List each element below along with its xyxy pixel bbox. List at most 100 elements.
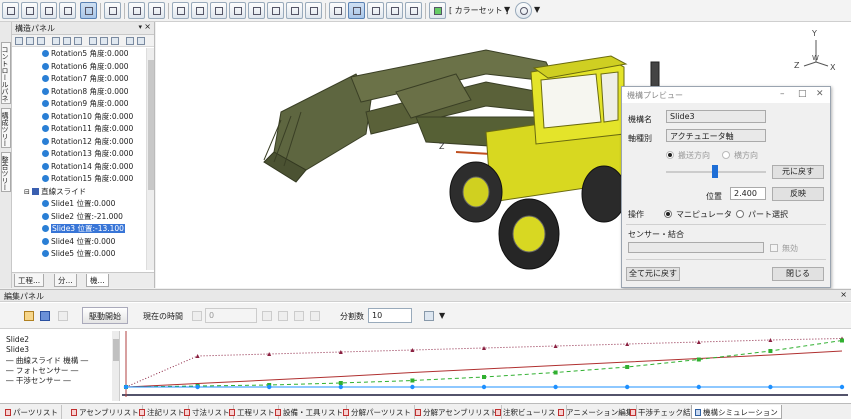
tab-disassembly-parts-list[interactable]: 分解パーツリスト	[340, 405, 415, 419]
view-button-3[interactable]	[40, 2, 57, 19]
tree-item[interactable]: Rotation5 角度:0.000	[42, 48, 129, 60]
view-button-1[interactable]	[2, 2, 19, 19]
shade-button[interactable]	[329, 2, 346, 19]
view-button-2[interactable]	[21, 2, 38, 19]
tab-disassembly-assembly-list[interactable]: 分解アセンブリリスト	[412, 405, 502, 419]
refresh-icon[interactable]	[58, 311, 68, 321]
tree-item[interactable]: Slide4 位置:0.000	[42, 236, 115, 248]
view-top-button[interactable]	[248, 2, 265, 19]
part-select-radio[interactable]	[736, 210, 744, 218]
position-slider-thumb[interactable]	[712, 165, 718, 178]
view-button-4[interactable]	[59, 2, 76, 19]
tree-item[interactable]: Rotation6 角度:0.000	[42, 61, 129, 73]
view-right-button[interactable]	[229, 2, 246, 19]
close-icon[interactable]: ✕	[816, 89, 824, 99]
view-left-button[interactable]	[210, 2, 227, 19]
rotate-tool-button[interactable]	[148, 2, 165, 19]
tree-tool-icon[interactable]	[89, 37, 97, 45]
cylinder-button[interactable]	[367, 2, 384, 19]
view-iso-button[interactable]	[267, 2, 284, 19]
view-back-button[interactable]	[191, 2, 208, 19]
maximize-icon[interactable]: □	[798, 89, 807, 99]
tab-disassembly[interactable]: 分...	[54, 274, 77, 287]
save-icon[interactable]	[40, 311, 50, 321]
tree-item[interactable]: Rotation11 角度:0.000	[42, 123, 133, 135]
view-fit-button[interactable]	[305, 2, 322, 19]
horizontal-radio[interactable]	[722, 151, 730, 159]
wire-button[interactable]	[348, 2, 365, 19]
tree-item[interactable]: Rotation8 角度:0.000	[42, 86, 129, 98]
first-frame-icon[interactable]	[192, 311, 202, 321]
tree-item[interactable]: Rotation9 角度:0.000	[42, 98, 129, 110]
tree-group-linear-slide[interactable]: ⊟ 直線スライド	[24, 186, 86, 198]
chevron-down-icon[interactable]: ▼	[534, 5, 540, 14]
tree-item[interactable]: Rotation12 角度:0.000	[42, 136, 133, 148]
tree-item[interactable]: Rotation15 角度:0.000	[42, 173, 133, 185]
series-label[interactable]: Slide2	[6, 335, 29, 344]
timeline-chart[interactable]	[122, 331, 848, 401]
prev-frame-icon[interactable]	[262, 311, 272, 321]
tree-item[interactable]: Slide1 位置:0.000	[42, 198, 115, 210]
tree-item-selected[interactable]: Slide3 位置:-13.100	[42, 223, 125, 235]
view-front-button[interactable]	[172, 2, 189, 19]
tab-structure-tree[interactable]: 構成ツリー	[1, 108, 11, 148]
tree-tool-icon[interactable]	[126, 37, 134, 45]
tab-mechanism-simulation[interactable]: 機構シミュレーション	[691, 405, 782, 419]
select-tool-button[interactable]	[128, 2, 145, 19]
tab-equipment-list[interactable]: 設備・工具リスト	[272, 405, 347, 419]
close-icon[interactable]: ×	[840, 290, 847, 299]
series-scrollbar[interactable]	[112, 331, 119, 401]
tree-tool-icon[interactable]	[52, 37, 60, 45]
tree-item[interactable]: Rotation10 角度:0.000	[42, 111, 133, 123]
tree-item[interactable]: Rotation7 角度:0.000	[42, 73, 129, 85]
tree-item[interactable]: Slide2 位置:-21.000	[42, 211, 123, 223]
tree-tool-icon[interactable]	[15, 37, 23, 45]
apply-button[interactable]: 反映	[772, 187, 824, 201]
close-icon[interactable]: ×	[144, 22, 151, 31]
edit-button[interactable]	[80, 2, 97, 19]
tree-item[interactable]: Rotation14 角度:0.000	[42, 161, 133, 173]
view-section-button[interactable]	[286, 2, 303, 19]
measure-button[interactable]	[405, 2, 422, 19]
tab-parts-list[interactable]: パーツリスト	[2, 405, 62, 419]
globe-button[interactable]	[515, 2, 532, 19]
tree-scrollbar[interactable]	[146, 48, 154, 270]
tree-tool-icon[interactable]	[111, 37, 119, 45]
reset-all-button[interactable]: 全て元に戻す	[626, 267, 680, 281]
tree-tool-icon[interactable]	[100, 37, 108, 45]
series-label[interactable]: Slide3	[6, 345, 29, 354]
chevron-down-icon[interactable]: ▼	[439, 311, 445, 320]
tree-tool-icon[interactable]	[37, 37, 45, 45]
close-button[interactable]: 閉じる	[772, 267, 824, 281]
drive-start-button[interactable]: 駆動開始	[82, 307, 128, 324]
dropdown-button[interactable]	[104, 2, 121, 19]
tree-item[interactable]: Slide5 位置:0.000	[42, 248, 115, 260]
conveyance-radio[interactable]	[666, 151, 674, 159]
manipulator-radio[interactable]	[664, 210, 672, 218]
color-set-dropdown[interactable]: [ カラーセット ]	[449, 5, 508, 16]
current-time-input[interactable]: 0	[205, 308, 257, 323]
tab-control-panel[interactable]: コントロールパネル	[1, 42, 11, 104]
tab-alignment-tree[interactable]: 整合ツリー	[1, 152, 11, 192]
next-frame-icon[interactable]	[294, 311, 304, 321]
play-icon[interactable]	[278, 311, 288, 321]
cylinder2-button[interactable]	[386, 2, 403, 19]
color-set-icon[interactable]	[429, 2, 446, 19]
chevron-down-icon[interactable]: ▼	[504, 5, 510, 14]
position-input[interactable]: 2.400	[730, 187, 766, 200]
pin-icon[interactable]: ▾	[138, 23, 142, 31]
tab-assembly-list[interactable]: アセンブリリスト	[68, 405, 143, 419]
invalid-checkbox[interactable]	[770, 244, 778, 252]
tree-tool-icon[interactable]	[63, 37, 71, 45]
graph-options-icon[interactable]	[424, 311, 434, 321]
tree-tool-icon[interactable]	[26, 37, 34, 45]
tree-item[interactable]: Rotation13 角度:0.000	[42, 148, 133, 160]
divisions-input[interactable]: 10	[368, 308, 412, 323]
tree-tool-icon[interactable]	[74, 37, 82, 45]
reset-button[interactable]: 元に戻す	[772, 165, 824, 179]
tab-animation-edit[interactable]: アニメーション編集	[555, 405, 638, 419]
tab-process-list[interactable]: 工程リスト	[226, 405, 279, 419]
tab-mechanism[interactable]: 機...	[86, 274, 109, 287]
folder-icon[interactable]	[24, 311, 34, 321]
last-frame-icon[interactable]	[310, 311, 320, 321]
